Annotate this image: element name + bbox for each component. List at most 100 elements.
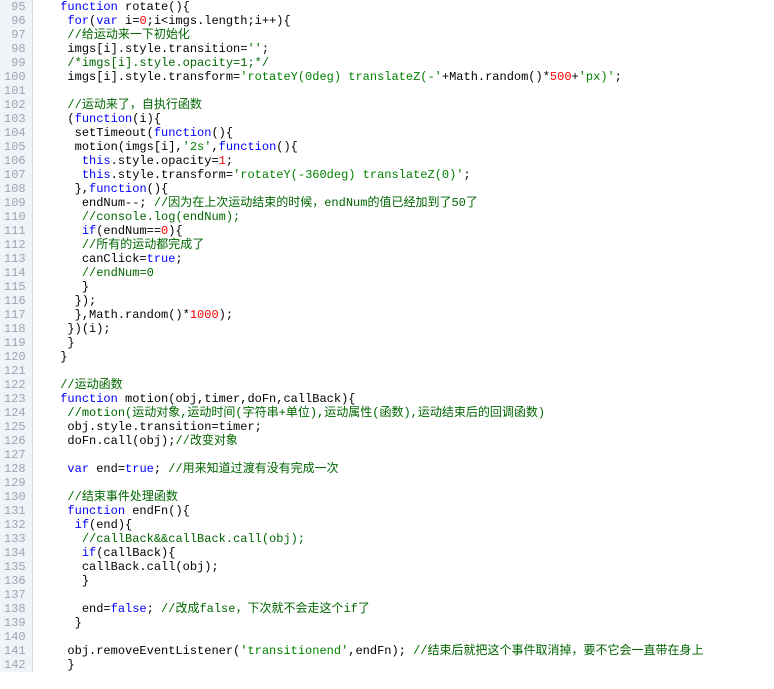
token-plain [39,28,68,42]
line-number: 103 [4,112,26,126]
code-line[interactable]: //给运动来一下初始化 [39,28,774,42]
line-number: 141 [4,644,26,658]
code-line[interactable] [39,364,774,378]
line-number: 100 [4,70,26,84]
token-com: //改成false，下次就不会走这个if了 [161,602,370,616]
code-line[interactable]: var end=true; //用来知道过渡有没有完成一次 [39,462,774,476]
code-line[interactable]: })(i); [39,322,774,336]
code-line[interactable]: if(endNum==0){ [39,224,774,238]
token-plain: ;i<imgs.length;i++){ [147,14,291,28]
code-line[interactable]: //结束事件处理函数 [39,490,774,504]
code-line[interactable]: (function(i){ [39,112,774,126]
code-line[interactable]: function endFn(){ [39,504,774,518]
code-line[interactable]: } [39,350,774,364]
code-line[interactable]: if(callBack){ [39,546,774,560]
code-line[interactable] [39,588,774,602]
token-plain [39,378,61,392]
line-number: 137 [4,588,26,602]
code-line[interactable]: if(end){ [39,518,774,532]
code-editor-area[interactable]: function rotate(){ for(var i=0;i<imgs.le… [33,0,774,672]
code-line[interactable]: //endNum=0 [39,266,774,280]
code-line[interactable]: canClick=true; [39,252,774,266]
code-line[interactable]: function motion(obj,timer,doFn,callBack)… [39,392,774,406]
token-kw: if [75,518,89,532]
code-line[interactable]: //运动来了，自执行函数 [39,98,774,112]
token-plain: ( [39,112,75,126]
token-str: 'px)' [579,70,615,84]
code-line[interactable]: //所有的运动都完成了 [39,238,774,252]
code-line[interactable]: for(var i=0;i<imgs.length;i++){ [39,14,774,28]
token-plain: (){ [147,182,169,196]
code-line[interactable]: function rotate(){ [39,0,774,14]
line-number: 120 [4,350,26,364]
code-line[interactable]: this.style.opacity=1; [39,154,774,168]
code-line[interactable]: } [39,658,774,672]
code-line[interactable]: motion(imgs[i],'2s',function(){ [39,140,774,154]
line-number: 127 [4,448,26,462]
code-line[interactable]: },Math.random()*1000); [39,308,774,322]
line-number: 121 [4,364,26,378]
code-line[interactable]: end=false; //改成false，下次就不会走这个if了 [39,602,774,616]
code-line[interactable]: //运动函数 [39,378,774,392]
token-str: 'rotateY(-360deg) translateZ(0)' [233,168,463,182]
token-com: //运动来了，自执行函数 [67,98,201,112]
token-num: 500 [550,70,572,84]
code-line[interactable]: doFn.call(obj);//改变对象 [39,434,774,448]
code-line[interactable]: imgs[i].style.transition=''; [39,42,774,56]
code-line[interactable]: //motion(运动对象,运动时间(字符串+单位),运动属性(函数),运动结束… [39,406,774,420]
code-line[interactable]: obj.style.transition=timer; [39,420,774,434]
token-plain [39,392,61,406]
token-plain [39,98,68,112]
line-number: 107 [4,168,26,182]
token-com: //结束后就把这个事件取消掉，要不它会一直带在身上 [413,644,703,658]
token-plain [39,266,82,280]
line-number: 102 [4,98,26,112]
code-line[interactable]: setTimeout(function(){ [39,126,774,140]
token-plain: ; [175,252,182,266]
code-line[interactable]: } [39,616,774,630]
code-line[interactable]: /*imgs[i].style.opacity=1;*/ [39,56,774,70]
token-num: 1 [219,154,226,168]
line-number: 142 [4,658,26,672]
token-plain: motion(imgs[i], [39,140,183,154]
token-plain: end= [89,462,125,476]
code-line[interactable]: } [39,280,774,294]
token-plain: }); [39,294,97,308]
token-plain: .style.transform= [111,168,233,182]
token-plain: callBack.call(obj); [39,560,219,574]
token-com: //callBack&&callBack.call(obj); [82,532,305,546]
token-plain [39,0,61,14]
code-line[interactable]: obj.removeEventListener('transitionend',… [39,644,774,658]
line-number: 126 [4,434,26,448]
code-line[interactable] [39,476,774,490]
code-line[interactable]: }); [39,294,774,308]
token-plain: } [39,658,75,672]
line-number: 134 [4,546,26,560]
code-line[interactable]: } [39,336,774,350]
token-kw: function [60,392,118,406]
line-number: 95 [4,0,26,14]
token-com: //所有的运动都完成了 [82,238,204,252]
code-line[interactable] [39,630,774,644]
token-plain [39,406,68,420]
code-line[interactable]: //callBack&&callBack.call(obj); [39,532,774,546]
code-line[interactable]: endNum--; //因为在上次运动结束的时候，endNum的值已经加到了50… [39,196,774,210]
code-line[interactable]: callBack.call(obj); [39,560,774,574]
code-line[interactable]: imgs[i].style.transform='rotateY(0deg) t… [39,70,774,84]
line-number: 113 [4,252,26,266]
code-line[interactable]: },function(){ [39,182,774,196]
token-plain: ; [615,70,622,84]
line-number: 104 [4,126,26,140]
code-line[interactable] [39,448,774,462]
code-line[interactable]: this.style.transform='rotateY(-360deg) t… [39,168,774,182]
code-line[interactable] [39,84,774,98]
token-com: //结束事件处理函数 [67,490,177,504]
line-number: 101 [4,84,26,98]
token-kw: this [82,154,111,168]
token-plain: +Math.random()* [442,70,550,84]
code-line[interactable]: } [39,574,774,588]
line-number: 123 [4,392,26,406]
line-number: 132 [4,518,26,532]
token-com: //运动函数 [60,378,122,392]
code-line[interactable]: //console.log(endNum); [39,210,774,224]
